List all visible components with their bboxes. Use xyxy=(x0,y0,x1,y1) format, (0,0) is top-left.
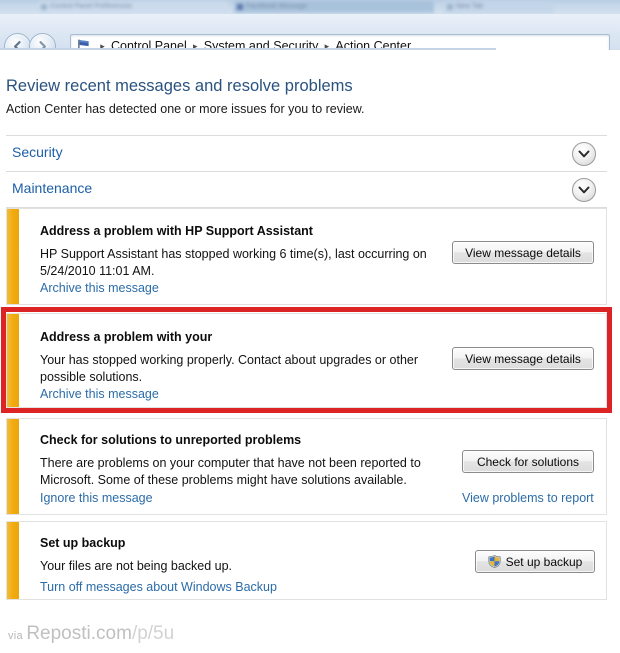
favicon-icon xyxy=(41,4,47,10)
ignore-message-link[interactable]: Ignore this message xyxy=(40,491,153,505)
section-header-maintenance[interactable]: Maintenance xyxy=(6,171,607,207)
section-title-security: Security xyxy=(12,144,63,160)
browser-tab[interactable]: Control Panel Preferences xyxy=(38,1,228,13)
page-subtitle: Action Center has detected one or more i… xyxy=(6,102,365,116)
message-item: Address a problem with your Your has sto… xyxy=(6,313,607,408)
watermark: via Reposti.com/p/5u xyxy=(8,623,174,645)
message-description: HP Support Assistant has stopped working… xyxy=(40,247,427,278)
severity-indicator-bar xyxy=(7,419,19,514)
browser-tab-strip: Control Panel Preferences Facebook Messa… xyxy=(0,0,620,14)
severity-indicator-bar xyxy=(7,314,19,407)
severity-indicator-bar xyxy=(7,209,19,304)
message-body: Address a problem with your Your has sto… xyxy=(19,314,606,407)
message-item: Check for solutions to unreported proble… xyxy=(6,418,607,515)
expand-maintenance-button[interactable] xyxy=(572,178,596,202)
watermark-path: /p/5u xyxy=(131,623,175,644)
browser-tab-title: Facebook Message xyxy=(246,3,308,10)
favicon-icon xyxy=(447,4,453,10)
message-body: Check for solutions to unreported proble… xyxy=(19,419,606,514)
set-up-backup-button[interactable]: Set up backup xyxy=(475,550,595,573)
chevron-down-icon xyxy=(578,186,590,194)
browser-tab[interactable]: Facebook Message xyxy=(234,1,434,13)
chevron-down-icon xyxy=(578,150,590,158)
message-body: Address a problem with HP Support Assist… xyxy=(19,209,606,304)
watermark-prefix: via xyxy=(8,630,27,642)
check-for-solutions-button[interactable]: Check for solutions xyxy=(462,450,594,473)
archive-message-link[interactable]: Archive this message xyxy=(40,281,159,295)
explorer-navigation-bar: ▸ Control Panel ▸ System and Security ▸ … xyxy=(0,14,620,60)
message-item: Set up backup Your files are not being b… xyxy=(6,521,607,600)
message-item: Address a problem with HP Support Assist… xyxy=(6,208,607,305)
browser-tab-title: Control Panel Preferences xyxy=(50,3,133,10)
message-title: Set up backup xyxy=(40,536,126,550)
message-description: There are problems on your computer that… xyxy=(40,456,421,487)
message-title: Address a problem with HP Support Assist… xyxy=(40,224,313,238)
message-description: Your files are not being backed up. xyxy=(40,559,233,573)
section-title-maintenance: Maintenance xyxy=(12,180,93,196)
message-title: Address a problem with your xyxy=(40,330,213,344)
watermark-domain: Reposti.com xyxy=(26,623,132,644)
archive-message-link[interactable]: Archive this message xyxy=(40,387,159,401)
message-body: Set up backup Your files are not being b… xyxy=(19,522,606,599)
browser-tab-title: New Tab xyxy=(456,3,484,10)
expand-security-button[interactable] xyxy=(572,142,596,166)
turn-off-backup-messages-link[interactable]: Turn off messages about Windows Backup xyxy=(40,580,277,594)
view-message-details-button[interactable]: View message details xyxy=(452,347,594,370)
view-message-details-button[interactable]: View message details xyxy=(452,241,594,264)
section-header-security[interactable]: Security xyxy=(6,135,607,171)
set-up-backup-button-label: Set up backup xyxy=(505,554,583,569)
page-title: Review recent messages and resolve probl… xyxy=(6,77,353,95)
message-title: Check for solutions to unreported proble… xyxy=(40,433,302,447)
severity-indicator-bar xyxy=(7,522,19,599)
browser-tab[interactable]: New Tab xyxy=(444,1,554,13)
view-problems-to-report-link[interactable]: View problems to report xyxy=(462,491,594,505)
action-center-content: Review recent messages and resolve probl… xyxy=(0,50,620,615)
message-description: Your has stopped working properly. Conta… xyxy=(40,353,419,384)
favicon-icon xyxy=(237,4,243,10)
uac-shield-icon xyxy=(488,555,501,568)
